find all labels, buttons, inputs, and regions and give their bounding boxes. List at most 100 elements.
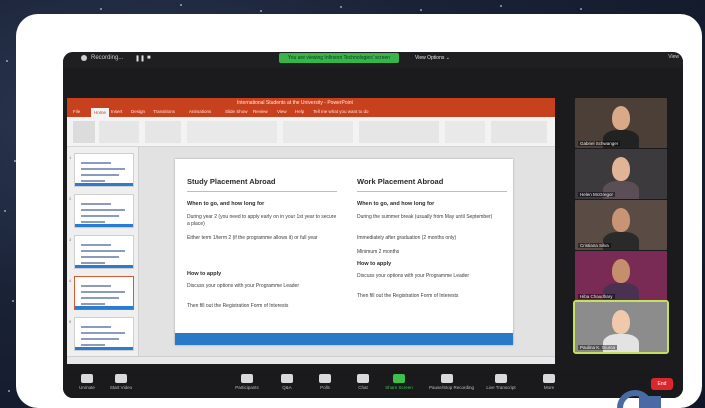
thumbnail-line <box>81 344 105 346</box>
menu-item-design[interactable]: Design <box>131 109 145 114</box>
menu-item-file[interactable]: File <box>73 109 80 114</box>
star <box>580 8 582 10</box>
thumbnail-footer <box>75 306 133 309</box>
start-video-icon <box>115 374 127 383</box>
menu-item-tell-me-what-you-want-to-do[interactable]: Tell me what you want to do <box>313 109 369 114</box>
start-video-button[interactable]: Start Video <box>103 372 139 390</box>
thumbnail-line <box>81 162 111 164</box>
thumbnail-line <box>81 303 105 305</box>
more-button[interactable]: More <box>531 372 567 390</box>
q-a-button[interactable]: Q&A <box>269 372 305 390</box>
participant-tile[interactable]: Gabriel Schwanger <box>575 98 667 148</box>
menu-item-transitions[interactable]: Transitions <box>153 109 175 114</box>
slide-thumbnail[interactable] <box>74 194 134 228</box>
thumbnail-footer <box>75 347 133 350</box>
stop-icon[interactable]: ■ <box>147 55 151 61</box>
zoom-toolbar: End Unmute Start Video Participants Q&A Poll… <box>63 370 683 398</box>
more-icon <box>543 374 555 383</box>
view-button[interactable]: View <box>668 54 679 60</box>
live-transcript-button[interactable]: Live Transcript <box>483 372 519 390</box>
participant-name: Hiba Chaudhary <box>578 294 615 299</box>
recording-label: Recording... <box>91 55 124 61</box>
thumbnail-number: 5 <box>69 319 72 324</box>
slide-thumbnail[interactable] <box>74 276 134 310</box>
participant-face <box>612 208 630 232</box>
current-slide: Study Placement Abroad When to go, and h… <box>175 159 513 345</box>
share-screen-button[interactable]: Share Screen <box>381 372 417 390</box>
pause-stop-recording-button[interactable]: Pause/Stop Recording <box>429 372 475 390</box>
participant-tile[interactable]: Cristiana Silva <box>575 200 667 250</box>
study-how-p1: Discuss your options with your Programme… <box>187 283 299 289</box>
work-how-p1: Discuss your options with your Programme… <box>357 273 469 279</box>
study-when-title: When to go, and how long for <box>187 201 265 207</box>
menu-item-insert[interactable]: Insert <box>111 109 122 114</box>
work-how-p2: Then fill out the Registration Form of I… <box>357 293 459 299</box>
slide-thumbnail[interactable] <box>74 235 134 269</box>
participant-tile[interactable]: Helen McGregor <box>575 149 667 199</box>
participant-name: Helen McGregor <box>578 192 616 197</box>
menu-item-help[interactable]: Help <box>295 109 304 114</box>
participants-button[interactable]: Participants <box>229 372 265 390</box>
work-when-p1: During the summer break (usually from Ma… <box>357 214 493 220</box>
ppt-title-bar: International Students at the University… <box>67 98 555 108</box>
record-icon <box>81 55 87 61</box>
participants-label: Participants <box>235 385 259 390</box>
star <box>100 8 102 10</box>
unmute-label: Unmute <box>79 385 95 390</box>
drawing-group[interactable] <box>359 121 439 143</box>
clipboard-group[interactable] <box>99 121 139 143</box>
pause-icon[interactable]: ❚❚ <box>135 55 145 62</box>
laptop-screen: Recording... ❚❚ ■ You are viewing Infine… <box>63 52 683 398</box>
view-options-button[interactable]: View Options ⌄ <box>415 55 450 61</box>
slide-thumbnail[interactable] <box>74 153 134 187</box>
powerpoint-window: International Students at the University… <box>67 98 555 364</box>
menu-item-view[interactable]: View <box>277 109 287 114</box>
slide-canvas-area: Study Placement Abroad When to go, and h… <box>139 147 555 356</box>
thumbnail-line <box>81 174 119 176</box>
study-how-title: How to apply <box>187 271 222 277</box>
divider <box>187 191 337 192</box>
divider <box>357 191 507 192</box>
viewing-banner: You are viewing Infineon Technologies' s… <box>279 53 399 63</box>
star <box>260 10 262 12</box>
font-group[interactable] <box>187 121 277 143</box>
participants-icon <box>241 374 253 383</box>
slide-thumbnail[interactable] <box>74 317 134 351</box>
polls-button[interactable]: Polls <box>307 372 343 390</box>
more-label: More <box>543 385 555 390</box>
work-how-title: How to apply <box>357 261 392 267</box>
star <box>180 4 182 6</box>
recording-indicator[interactable]: Recording... <box>81 55 123 61</box>
slides-group[interactable] <box>145 121 181 143</box>
menu-item-review[interactable]: Review <box>253 109 268 114</box>
chat-label: Chat <box>358 385 368 390</box>
live-transcript-icon <box>495 374 507 383</box>
create-share-pdf-group[interactable] <box>491 121 547 143</box>
polls-icon <box>319 374 331 383</box>
thumbnail-line <box>81 250 125 252</box>
chat-button[interactable]: Chat <box>345 372 381 390</box>
pause-stop-recording-label: Pause/Stop Recording <box>429 385 475 390</box>
star <box>500 5 502 7</box>
participant-face <box>612 310 630 334</box>
end-button[interactable]: End <box>651 378 673 390</box>
paste-button[interactable] <box>73 121 95 143</box>
menu-item-home[interactable]: Home <box>91 108 110 117</box>
participant-face <box>612 106 630 130</box>
thumbnail-number: 2 <box>69 196 72 201</box>
star <box>4 210 6 212</box>
thumbnail-line <box>81 203 111 205</box>
thumbnail-line <box>81 297 119 299</box>
thumbnail-line <box>81 326 111 328</box>
participant-tile[interactable]: Paulina K. Giurca <box>573 300 669 354</box>
work-when-p3: Minimum 2 months <box>357 249 400 255</box>
menu-item-slide-show[interactable]: Slide Show <box>225 109 248 114</box>
unmute-button[interactable]: Unmute <box>69 372 105 390</box>
photo-card: Recording... ❚❚ ■ You are viewing Infine… <box>16 14 702 408</box>
q-a-label: Q&A <box>282 385 292 390</box>
menu-item-animations[interactable]: Animations <box>189 109 211 114</box>
editing-group[interactable] <box>445 121 485 143</box>
participant-tile[interactable]: Hiba Chaudhary <box>575 251 667 301</box>
paragraph-group[interactable] <box>283 121 353 143</box>
star <box>340 6 342 8</box>
